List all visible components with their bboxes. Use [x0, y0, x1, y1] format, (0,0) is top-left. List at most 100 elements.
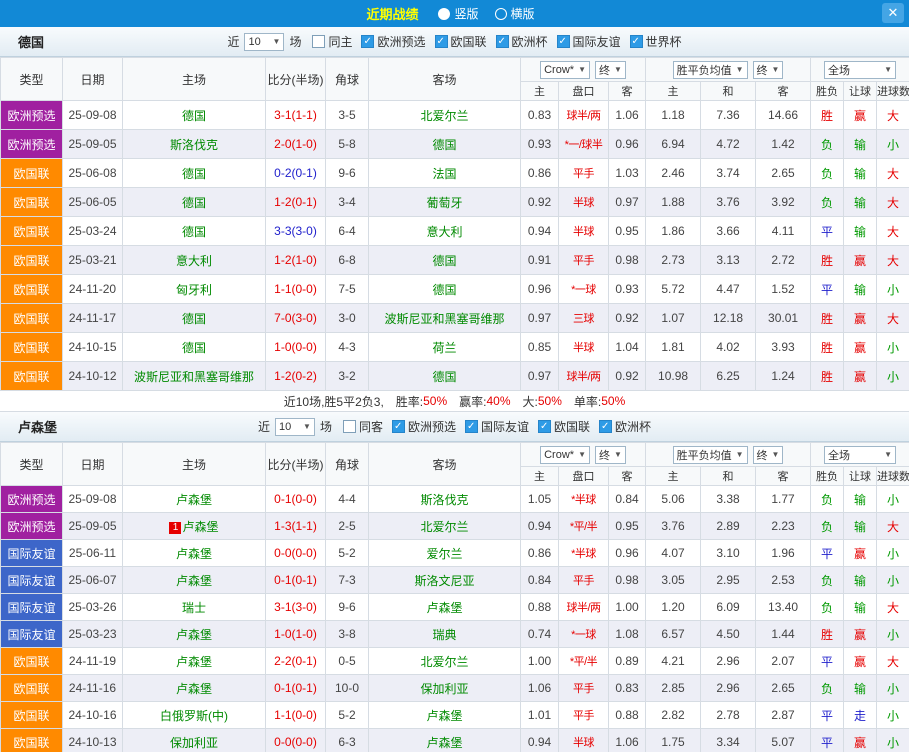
result-handicap-cell: 赢 — [844, 540, 877, 567]
score-cell: 1-2(0-2) — [266, 362, 326, 391]
competition-type-badge: 欧国联 — [1, 729, 63, 752]
avg-type-select[interactable]: 胜平负均值▼ — [673, 446, 748, 464]
col-header-date: 日期 — [63, 443, 123, 486]
odds-home-cell: 0.97 — [521, 362, 559, 391]
layout-radio-horizontal[interactable]: 横版 — [495, 5, 535, 22]
avg-final-select[interactable]: 终▼ — [753, 446, 784, 464]
result-goals-cell: 小 — [877, 729, 909, 752]
competition-type-badge: 欧国联 — [1, 304, 63, 333]
avg-away-cell: 4.11 — [756, 217, 811, 246]
competition-type-badge: 国际友谊 — [1, 567, 63, 594]
result-handicap-cell: 输 — [844, 513, 877, 540]
avg-draw-cell: 4.72 — [701, 130, 756, 159]
match-count-select[interactable]: 10▼ — [275, 418, 315, 436]
home-team-name: 卢森堡 — [176, 547, 212, 561]
odds-home-cell: 1.05 — [521, 486, 559, 513]
results-tbody: 欧洲预选25-09-08卢森堡0-1(0-0)4-4斯洛伐克1.05*半球0.8… — [1, 486, 909, 752]
competition-type-badge: 欧国联 — [1, 333, 63, 362]
match-row: 国际友谊25-03-26瑞士3-1(3-0)9-6卢森堡0.88球半/两1.00… — [1, 594, 909, 621]
match-row: 欧国联24-11-17德国7-0(3-0)3-0波斯尼亚和黑塞哥维那0.97三球… — [1, 304, 909, 333]
home-team-cell: 斯洛伐克 — [123, 130, 266, 159]
chevron-down-icon: ▼ — [884, 65, 892, 74]
away-team-cell: 爱尔兰 — [369, 540, 521, 567]
competition-type-badge: 欧国联 — [1, 702, 63, 729]
subcol-avg-home: 主 — [646, 82, 701, 101]
odds-away-cell: 0.96 — [609, 130, 646, 159]
avg-type-select[interactable]: 胜平负均值▼ — [673, 61, 748, 79]
score-cell: 1-2(0-1) — [266, 188, 326, 217]
score-cell: 1-0(0-0) — [266, 333, 326, 362]
filter-checkbox[interactable]: 欧洲预选 — [361, 33, 425, 50]
scope-select[interactable]: 全场▼ — [824, 61, 896, 79]
scope-select[interactable]: 全场▼ — [824, 446, 896, 464]
handicap-cell: *半球 — [559, 486, 609, 513]
result-handicap-cell: 赢 — [844, 246, 877, 275]
result-goals-cell: 小 — [877, 275, 909, 304]
handicap-cell: *一/球半 — [559, 130, 609, 159]
odds-company-select[interactable]: Crow*▼ — [540, 61, 590, 79]
filter-checkbox[interactable]: 欧国联 — [435, 33, 487, 50]
away-team-cell: 意大利 — [369, 217, 521, 246]
match-row: 欧国联24-11-16卢森堡0-1(0-1)10-0保加利亚1.06平手0.83… — [1, 675, 909, 702]
competition-type-badge: 欧国联 — [1, 188, 63, 217]
avg-away-cell: 13.40 — [756, 594, 811, 621]
filter-checkbox[interactable]: 世界杯 — [630, 33, 682, 50]
odds-group-header: Crow*▼ 终▼ — [521, 443, 646, 467]
score-cell: 1-2(1-0) — [266, 246, 326, 275]
match-row: 欧洲预选25-09-051卢森堡1-3(1-1)2-5北爱尔兰0.94*平/半0… — [1, 513, 909, 540]
home-team-name: 德国 — [182, 225, 206, 239]
competition-type-badge: 欧国联 — [1, 159, 63, 188]
result-handicap-cell: 输 — [844, 275, 877, 304]
filter-checkbox[interactable]: 欧洲杯 — [599, 418, 651, 435]
col-header-home: 主场 — [123, 58, 266, 101]
date-cell: 24-10-15 — [63, 333, 123, 362]
result-winloss-cell: 平 — [811, 540, 844, 567]
odds-final-select[interactable]: 终▼ — [595, 446, 626, 464]
checkbox-icon — [435, 35, 448, 48]
filter-checkbox[interactable]: 欧洲杯 — [496, 33, 548, 50]
away-team-cell: 保加利亚 — [369, 675, 521, 702]
result-goals-cell: 大 — [877, 304, 909, 333]
competition-type-badge: 欧洲预选 — [1, 486, 63, 513]
filter-checkbox[interactable]: 国际友谊 — [465, 418, 529, 435]
match-row: 欧国联24-10-16白俄罗斯(中)1-1(0-0)5-2卢森堡1.01平手0.… — [1, 702, 909, 729]
filter-checkbox[interactable]: 同主 — [312, 33, 352, 50]
avg-home-cell: 1.86 — [646, 217, 701, 246]
filter-checkbox[interactable]: 欧国联 — [538, 418, 590, 435]
handicap-cell: *平/半 — [559, 513, 609, 540]
chevron-down-icon: ▼ — [736, 65, 744, 74]
filter-checkbox[interactable]: 同客 — [343, 418, 383, 435]
match-count-select[interactable]: 10▼ — [244, 33, 284, 51]
filter-checkbox[interactable]: 国际友谊 — [557, 33, 621, 50]
handicap-cell: 球半/两 — [559, 594, 609, 621]
result-goals-cell: 小 — [877, 486, 909, 513]
corner-cell: 6-8 — [326, 246, 369, 275]
layout-radio-vertical[interactable]: 竖版 — [438, 5, 478, 22]
handicap-cell: 平手 — [559, 567, 609, 594]
checkbox-label: 世界杯 — [646, 33, 682, 50]
away-team-cell: 葡萄牙 — [369, 188, 521, 217]
avg-group-header: 胜平负均值▼ 终▼ — [646, 443, 811, 467]
score-cell: 0-0(0-0) — [266, 729, 326, 752]
result-goals-cell: 小 — [877, 333, 909, 362]
chevron-down-icon: ▼ — [578, 65, 586, 74]
odds-home-cell: 0.91 — [521, 246, 559, 275]
chevron-down-icon: ▼ — [273, 37, 281, 46]
subcol-odds-home: 主 — [521, 467, 559, 486]
odds-home-cell: 1.01 — [521, 702, 559, 729]
avg-final-select[interactable]: 终▼ — [753, 61, 784, 79]
avg-away-cell: 2.65 — [756, 675, 811, 702]
odds-company-select[interactable]: Crow*▼ — [540, 446, 590, 464]
close-button[interactable]: ✕ — [882, 3, 904, 23]
games-label: 场 — [289, 33, 301, 50]
subcol-avg-draw: 和 — [701, 467, 756, 486]
odds-final-select[interactable]: 终▼ — [595, 61, 626, 79]
chevron-down-icon: ▼ — [772, 65, 780, 74]
result-handicap-cell: 输 — [844, 567, 877, 594]
avg-draw-cell: 3.76 — [701, 188, 756, 217]
competition-type-badge: 国际友谊 — [1, 594, 63, 621]
subcol-avg-away: 客 — [756, 82, 811, 101]
result-winloss-cell: 负 — [811, 675, 844, 702]
results-table: 类型 日期 主场 比分(半场) 角球 客场 Crow*▼ 终▼ 胜平负均 — [0, 57, 909, 391]
filter-checkbox[interactable]: 欧洲预选 — [392, 418, 456, 435]
